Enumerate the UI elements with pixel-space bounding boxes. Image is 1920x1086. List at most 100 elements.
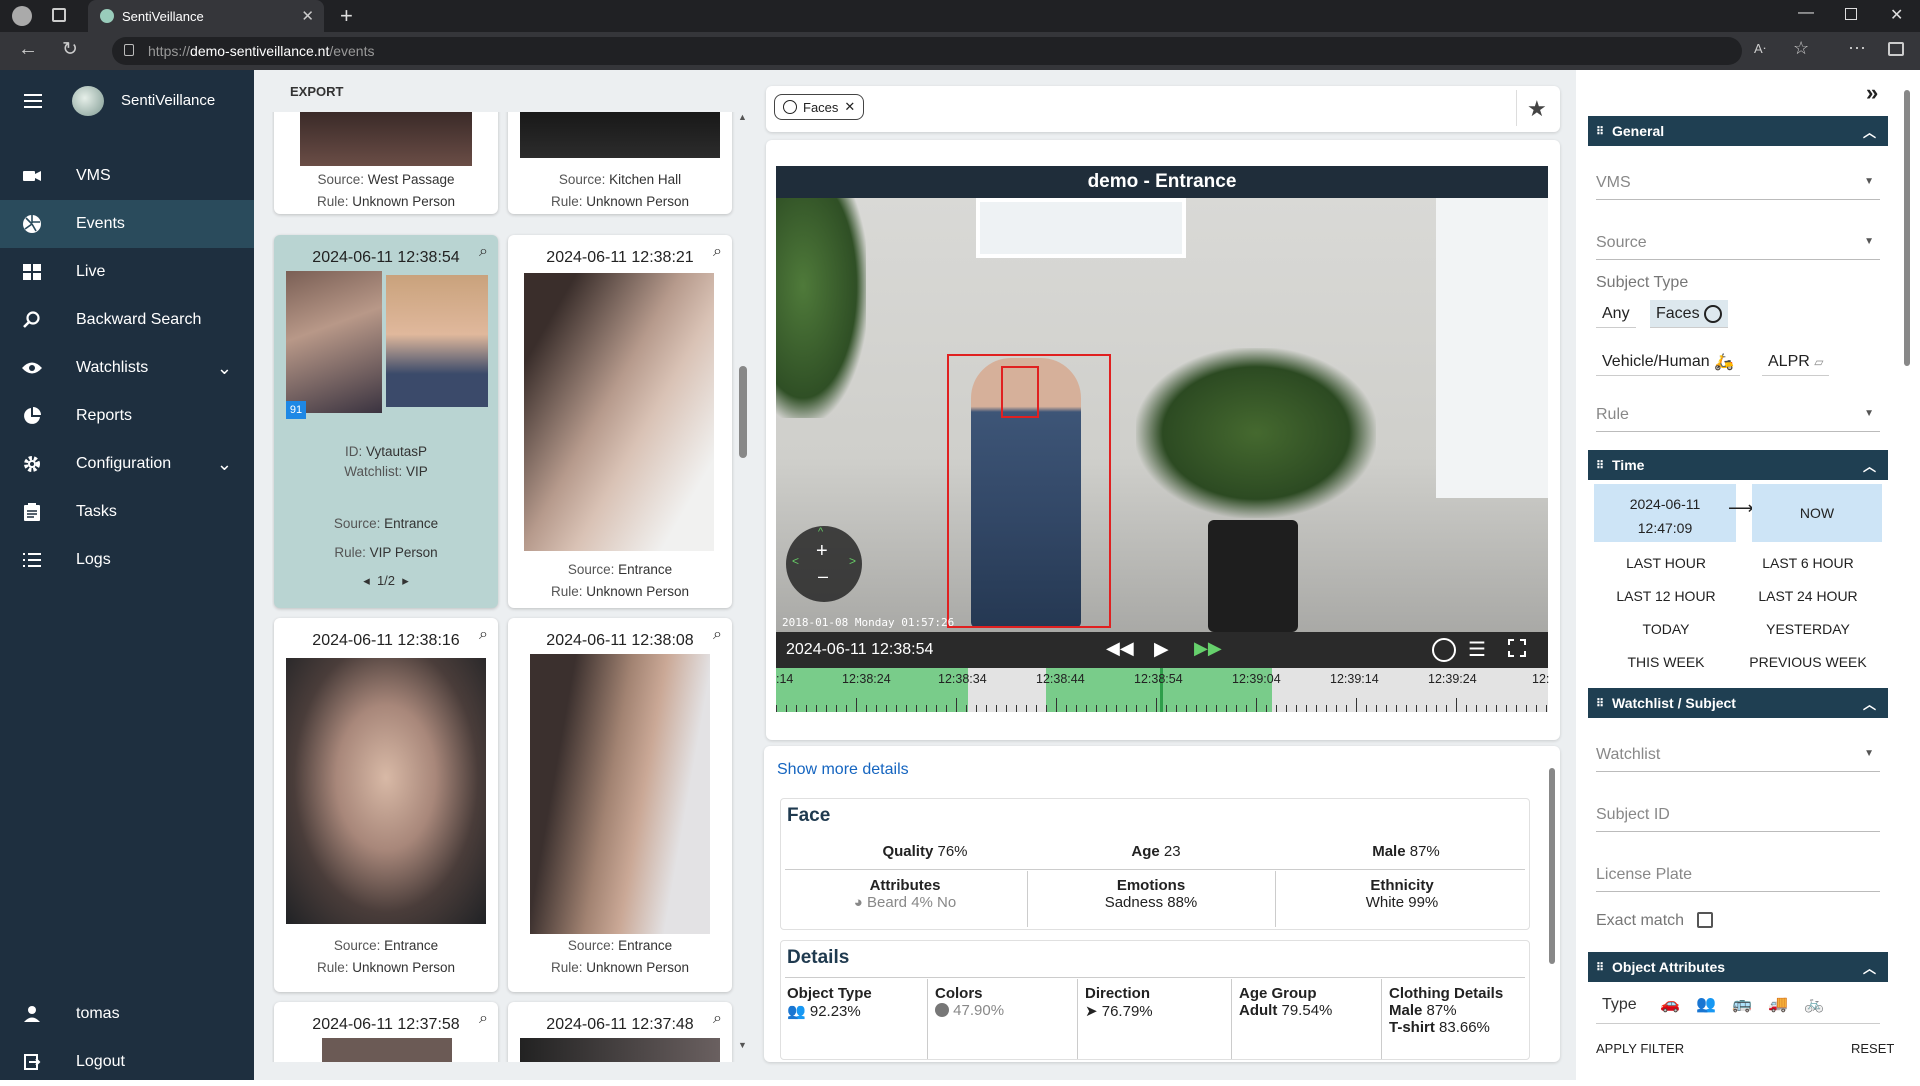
scroll-up-icon[interactable]: ▲ (738, 112, 747, 122)
chevron-down-icon[interactable]: ⌄ (217, 358, 232, 379)
drag-handle-icon[interactable]: ⠿ (1596, 961, 1604, 974)
details-scroll-thumb[interactable] (1549, 768, 1555, 964)
events-scrollbar[interactable]: ▲ ▼ (736, 112, 750, 1056)
subject-type-faces[interactable]: Faces (1650, 300, 1729, 328)
faces-filter-chip[interactable]: Faces ✕ (774, 94, 865, 120)
zoom-icon[interactable]: ⌕ (713, 243, 722, 261)
event-card[interactable]: 2024-06-11 12:38:16 ⌕ Source: Entrance R… (274, 618, 498, 992)
collapse-icon[interactable]: ︿ (1863, 694, 1876, 713)
time-preset-today-button[interactable]: TODAY (1594, 621, 1738, 637)
restore-icon[interactable] (1845, 8, 1857, 20)
zoom-icon[interactable]: ⌕ (713, 626, 722, 644)
scroll-down-icon[interactable]: ▼ (738, 1040, 747, 1050)
exact-match-checkbox[interactable] (1697, 912, 1713, 928)
filter-scroll-thumb[interactable] (1904, 90, 1910, 366)
logout-button[interactable]: Logout (0, 1038, 254, 1086)
rule-select[interactable]: Rule ▼ (1596, 400, 1880, 432)
object-attributes-section-header[interactable]: ⠿ Object Attributes ︿ (1588, 952, 1888, 982)
event-card[interactable]: Source: West Passage Rule: Unknown Perso… (274, 112, 498, 214)
truck-icon[interactable]: 🚚 (1768, 994, 1788, 1014)
profile-avatar[interactable] (12, 6, 32, 26)
details-scrollbar[interactable] (1548, 752, 1556, 1058)
subject-type-vehicle-human[interactable]: Vehicle/Human 🛵 (1596, 348, 1740, 376)
source-select[interactable]: Source ▼ (1596, 228, 1880, 260)
sidebar-item-reports[interactable]: Reports (0, 392, 254, 440)
sidebar-item-tasks[interactable]: Tasks (0, 488, 254, 536)
license-plate-input[interactable]: License Plate (1596, 860, 1880, 892)
tab-actions-icon[interactable] (52, 8, 66, 22)
close-window-icon[interactable]: ✕ (1890, 5, 1903, 25)
time-preset-this-week-button[interactable]: THIS WEEK (1594, 654, 1738, 670)
show-more-details-link[interactable]: Show more details (777, 761, 909, 779)
back-icon[interactable]: ← (18, 38, 38, 61)
sidebar-toggle-icon[interactable] (1888, 42, 1904, 56)
user-profile[interactable]: tomas (0, 990, 254, 1038)
zoom-icon[interactable]: ⌕ (479, 243, 488, 261)
play-icon[interactable]: ▶ (1154, 638, 1169, 661)
event-card-selected[interactable]: 2024-06-11 12:38:54 ⌕ 91 ID: VytautasP W… (274, 235, 498, 608)
pager-prev-icon[interactable]: ◂ (363, 573, 370, 588)
ptz-left-icon[interactable]: < (792, 554, 799, 568)
favorite-filter-icon[interactable]: ★ (1527, 96, 1547, 122)
time-preset-last-24-hour-button[interactable]: LAST 24 HOUR (1736, 588, 1880, 604)
time-preset-yesterday-button[interactable]: YESTERDAY (1736, 621, 1880, 637)
sidebar-item-configuration[interactable]: Configuration ⌄ (0, 440, 254, 488)
time-from-field[interactable]: 2024-06-11 12:47:09 (1594, 484, 1736, 542)
time-to-field[interactable]: NOW (1752, 484, 1882, 542)
fast-forward-icon[interactable]: ▶▶ (1194, 638, 1222, 659)
more-icon[interactable]: ⋯ (1848, 38, 1866, 59)
zoom-icon[interactable]: ⌕ (713, 1010, 722, 1028)
read-aloud-icon[interactable]: Aᐧ (1754, 41, 1766, 57)
zoom-in-icon[interactable]: + (816, 540, 828, 563)
sidebar-item-backward-search[interactable]: Backward Search (0, 296, 254, 344)
zoom-icon[interactable]: ⌕ (479, 1010, 488, 1028)
drag-handle-icon[interactable]: ⠿ (1596, 459, 1604, 472)
close-tab-icon[interactable]: ✕ (301, 7, 314, 25)
remove-chip-icon[interactable]: ✕ (844, 99, 855, 115)
time-preset-previous-week-button[interactable]: PREVIOUS WEEK (1736, 654, 1880, 670)
event-card[interactable]: 2024-06-11 12:37:48 ⌕ (508, 1002, 732, 1062)
drag-handle-icon[interactable]: ⠿ (1596, 125, 1604, 138)
event-card[interactable]: 2024-06-11 12:37:58 ⌕ (274, 1002, 498, 1062)
filter-scrollbar[interactable] (1902, 90, 1912, 1024)
time-preset-last-12-hour-button[interactable]: LAST 12 HOUR (1594, 588, 1738, 604)
collapse-icon[interactable]: ︿ (1863, 456, 1876, 475)
hamburger-icon[interactable] (24, 94, 42, 108)
subject-type-any[interactable]: Any (1596, 300, 1636, 328)
bus-icon[interactable]: 🚌 (1732, 994, 1752, 1014)
time-section-header[interactable]: ⠿ Time ︿ (1588, 450, 1888, 480)
general-section-header[interactable]: ⠿ General ︿ (1588, 116, 1888, 146)
playlist-icon[interactable]: ☰ (1468, 637, 1486, 662)
minimize-icon[interactable]: — (1798, 4, 1814, 22)
sidebar-item-events[interactable]: Events (0, 200, 254, 248)
sidebar-item-vms[interactable]: VMS (0, 152, 254, 200)
reload-icon[interactable]: ↻ (62, 38, 78, 61)
ptz-control[interactable]: ^ + – < > (786, 526, 862, 602)
car-icon[interactable]: 🚗 (1660, 994, 1680, 1014)
watchlist-section-header[interactable]: ⠿ Watchlist / Subject ︿ (1588, 688, 1888, 718)
zoom-out-icon[interactable]: – (818, 566, 828, 587)
subject-id-input[interactable]: Subject ID (1596, 800, 1880, 832)
speed-icon[interactable] (1432, 638, 1456, 662)
ptz-right-icon[interactable]: > (849, 554, 856, 568)
time-preset-last-6-hour-button[interactable]: LAST 6 HOUR (1736, 555, 1880, 571)
collapse-icon[interactable]: ︿ (1863, 958, 1876, 977)
sidebar-item-live[interactable]: Live (0, 248, 254, 296)
bicycle-icon[interactable]: 🚲 (1804, 994, 1824, 1014)
browser-tab[interactable]: SentiVeillance ✕ (88, 0, 324, 32)
collapse-icon[interactable]: ︿ (1863, 122, 1876, 141)
ptz-up-icon[interactable]: ^ (818, 526, 823, 538)
vms-select[interactable]: VMS ▼ (1596, 168, 1880, 200)
event-card[interactable]: 2024-06-11 12:38:21 ⌕ Source: Entrance R… (508, 235, 732, 608)
event-card[interactable]: 2024-06-11 12:38:08 ⌕ Source: Entrance R… (508, 618, 732, 992)
watchlist-select[interactable]: Watchlist ▼ (1596, 740, 1880, 772)
collapse-panel-icon[interactable]: » (1866, 80, 1878, 106)
video-frame[interactable]: 2018-01-08 Monday 01:57:26 ^ + – < > (776, 198, 1548, 632)
sidebar-item-logs[interactable]: Logs (0, 536, 254, 584)
drag-handle-icon[interactable]: ⠿ (1596, 697, 1604, 710)
reset-button[interactable]: RESET (1851, 1041, 1894, 1056)
apply-filter-button[interactable]: APPLY FILTER (1596, 1041, 1684, 1056)
time-preset-last-hour-button[interactable]: LAST HOUR (1594, 555, 1738, 571)
scroll-thumb[interactable] (739, 366, 747, 458)
video-timeline[interactable]: :14 12:38:24 12:38:34 12:38:44 12:38:54 12:39… (776, 668, 1549, 712)
